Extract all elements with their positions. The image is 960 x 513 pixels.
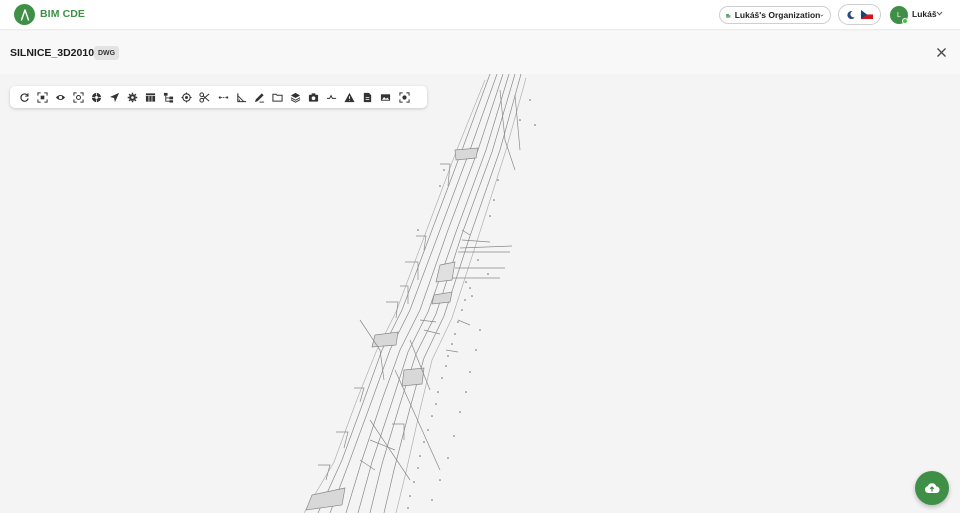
logo-icon [20, 8, 29, 21]
navigate-icon[interactable] [105, 88, 123, 106]
reset-view-icon[interactable] [15, 88, 33, 106]
preferences-toggle[interactable] [838, 4, 881, 25]
scan-icon[interactable] [395, 88, 413, 106]
app-name[interactable]: BIM CDE [40, 8, 85, 20]
markup-icon[interactable] [250, 88, 268, 106]
czech-flag-icon[interactable] [861, 10, 874, 19]
viewpoint-icon[interactable] [377, 88, 395, 106]
document-header [0, 31, 960, 74]
document-title: SILNICE_3D2010 [10, 47, 95, 59]
section-cut-icon[interactable] [196, 88, 214, 106]
viewer-toolbar [10, 86, 427, 108]
explode-icon[interactable] [87, 88, 105, 106]
user-name[interactable]: Lukáš [912, 9, 937, 19]
organization-name: Lukáš's Organization [734, 10, 821, 20]
chevron-down-icon [820, 14, 824, 17]
cloud-upload-icon [924, 483, 940, 494]
model-viewer[interactable] [0, 74, 960, 513]
app-logo[interactable] [14, 4, 35, 25]
building-icon [726, 13, 731, 18]
screenshot-icon[interactable] [305, 88, 323, 106]
layers-icon[interactable] [286, 88, 304, 106]
dark-mode-icon[interactable] [846, 10, 856, 20]
organization-selector[interactable]: Lukáš's Organization [719, 6, 831, 24]
measure-angle-icon[interactable] [232, 88, 250, 106]
road-drawing [303, 74, 536, 513]
online-status-dot [902, 18, 908, 24]
visibility-icon[interactable] [51, 88, 69, 106]
document-icon[interactable] [359, 88, 377, 106]
measure-distance-icon[interactable] [214, 88, 232, 106]
warning-icon[interactable] [341, 88, 359, 106]
focus-icon[interactable] [69, 88, 87, 106]
settings-icon[interactable] [124, 88, 142, 106]
folder-icon[interactable] [268, 88, 286, 106]
fit-selection-icon[interactable] [33, 88, 51, 106]
close-icon[interactable] [936, 47, 947, 58]
hierarchy-icon[interactable] [160, 88, 178, 106]
compare-icon[interactable] [323, 88, 341, 106]
user-menu-chevron-icon[interactable] [936, 11, 943, 16]
target-icon[interactable] [178, 88, 196, 106]
file-format-badge: DWG [94, 46, 120, 60]
table-icon[interactable] [142, 88, 160, 106]
upload-button[interactable] [915, 471, 949, 505]
